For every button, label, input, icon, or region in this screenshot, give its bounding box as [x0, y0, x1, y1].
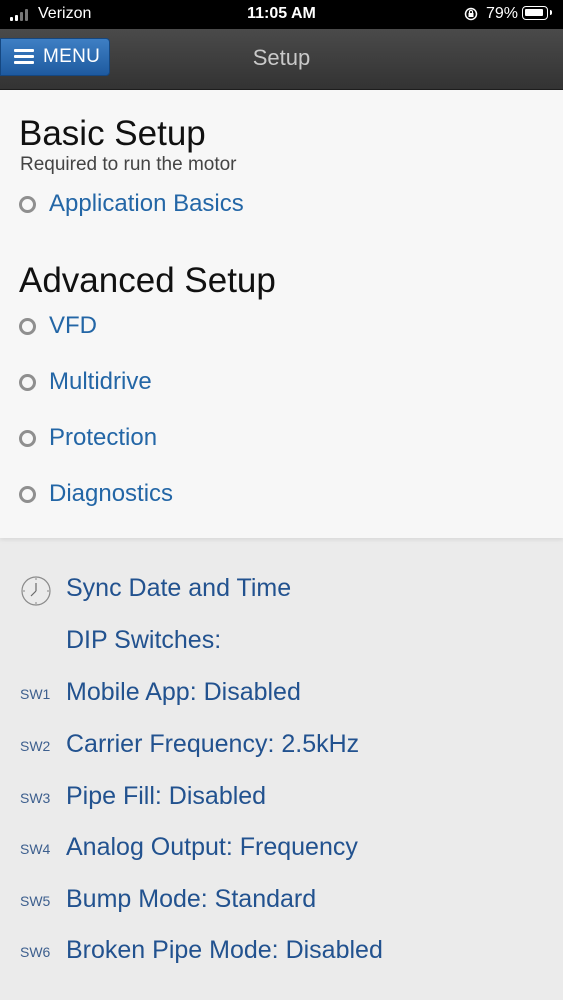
switch-row-sw4: SW4 Analog Output: Frequency: [0, 829, 563, 869]
status-bar: Verizon 11:05 AM 79%: [0, 0, 563, 29]
option-label: Multidrive: [49, 368, 152, 395]
option-protection[interactable]: Protection: [19, 424, 157, 452]
orientation-lock-icon: [464, 7, 478, 21]
radio-icon: [19, 195, 36, 213]
option-label: Diagnostics: [49, 480, 174, 507]
sync-date-time-link[interactable]: Sync Date and Time: [0, 570, 563, 610]
basic-setup-subtitle: Required to run the motor: [20, 154, 237, 175]
sync-date-time-label: Sync Date and Time: [66, 574, 292, 602]
option-label: VFD: [49, 312, 97, 339]
option-vfd[interactable]: VFD: [19, 312, 97, 340]
switch-tag: SW2: [20, 738, 51, 754]
switch-tag: SW3: [20, 790, 51, 806]
basic-setup-heading: Basic Setup: [19, 114, 206, 153]
status-time: 11:05 AM: [247, 5, 316, 22]
battery-percentage: 79%: [486, 5, 519, 22]
option-label: Application Basics: [49, 190, 244, 217]
switch-tag: SW5: [20, 893, 51, 909]
dip-switches-label: DIP Switches:: [66, 626, 222, 654]
switch-row-sw2: SW2 Carrier Frequency: 2.5kHz: [0, 726, 563, 766]
switch-row-sw1: SW1 Mobile App: Disabled: [0, 674, 563, 714]
switch-tag: SW6: [20, 944, 51, 960]
switch-tag: SW4: [20, 841, 51, 857]
switch-status: Analog Output: Frequency: [66, 833, 358, 861]
battery-icon: [522, 6, 552, 20]
page-title: Setup: [252, 45, 311, 70]
radio-icon: [19, 317, 36, 335]
switch-tag: SW1: [20, 686, 51, 702]
switch-status: Pipe Fill: Disabled: [66, 782, 267, 810]
switch-status: Broken Pipe Mode: Disabled: [66, 936, 383, 964]
advanced-setup-heading: Advanced Setup: [19, 261, 276, 300]
switch-status: Mobile App: Disabled: [66, 678, 301, 706]
setup-panel: Basic Setup Required to run the motor Ap…: [0, 90, 563, 538]
switch-row-sw5: SW5 Bump Mode: Standard: [0, 881, 563, 921]
option-diagnostics[interactable]: Diagnostics: [19, 480, 173, 508]
dip-switches-heading: DIP Switches:: [0, 622, 563, 662]
switch-row-sw6: SW6 Broken Pipe Mode: Disabled: [0, 932, 563, 972]
switch-row-sw3: SW3 Pipe Fill: Disabled: [0, 778, 563, 818]
option-application-basics[interactable]: Application Basics: [19, 190, 244, 218]
option-multidrive[interactable]: Multidrive: [19, 368, 152, 396]
radio-icon: [19, 373, 36, 391]
option-label: Protection: [49, 424, 158, 451]
radio-icon: [19, 429, 36, 447]
switch-status: Bump Mode: Standard: [66, 885, 317, 913]
switch-status: Carrier Frequency: 2.5kHz: [66, 730, 360, 758]
radio-icon: [19, 485, 36, 503]
app-header: MENU Setup: [0, 29, 563, 90]
